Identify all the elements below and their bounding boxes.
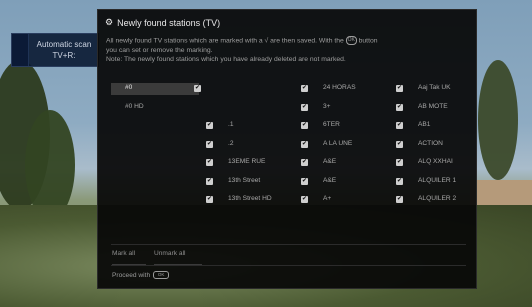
checkmark-icon[interactable]: ✔ (396, 159, 403, 166)
checkmark-icon[interactable]: ✔ (206, 177, 213, 185)
checkmark-icon[interactable]: ✔ (396, 140, 403, 148)
station-name: ACTION (418, 139, 443, 147)
gears-icon: ⚙ (105, 17, 114, 27)
station-name: A+ (323, 195, 332, 202)
checkmark-icon[interactable]: ✔ (396, 196, 403, 203)
station-name: AB1 (418, 121, 431, 128)
checkmark-icon[interactable]: ✔ (301, 140, 308, 148)
station-item[interactable]: #0 ✔ (111, 83, 201, 95)
ok-key-icon: OK (153, 271, 170, 279)
station-name: Aaj Tak UK (418, 84, 451, 91)
dialog-info-text: All newly found TV stations which are ma… (106, 36, 378, 64)
checkmark-icon[interactable]: ✔ (396, 122, 403, 129)
unmark-all-button[interactable]: Unmark all (154, 250, 202, 265)
station-item[interactable]: .2 ✔ (206, 139, 294, 151)
station-name: 13EME RUE (228, 158, 266, 165)
station-item[interactable]: 6TER ✔ (301, 120, 389, 132)
checkmark-icon[interactable]: ✔ (206, 140, 213, 148)
menu-indicator (12, 34, 29, 66)
station-name: #0 HD (125, 102, 144, 110)
divider (111, 265, 466, 266)
checkmark-icon[interactable]: ✔ (396, 103, 403, 111)
checkmark-icon[interactable]: ✔ (301, 196, 308, 203)
checkmark-icon[interactable]: ✔ (301, 122, 308, 129)
station-item[interactable] (206, 83, 294, 95)
proceed-hint: Proceed with OK (112, 271, 170, 279)
station-name: A LA UNE (323, 139, 353, 147)
station-item[interactable]: 13th Street ✔ (206, 176, 294, 188)
station-item[interactable]: ALQUILER 1 ✔ (396, 176, 471, 188)
station-name: 24 HORAS (323, 84, 356, 91)
station-item[interactable]: #0 HD (111, 102, 199, 114)
station-item[interactable]: .1 ✔ (206, 120, 294, 132)
dialog-title-text: Newly found stations (TV) (117, 17, 221, 28)
station-item[interactable]: A+ ✔ (301, 194, 389, 206)
dialog-title: ⚙ Newly found stations (TV) (105, 17, 220, 28)
station-name: #0 (125, 84, 133, 91)
ok-button-icon: OK (345, 36, 357, 45)
station-item[interactable]: ACTION ✔ (396, 139, 471, 151)
checkmark-icon[interactable]: ✔ (206, 159, 213, 166)
station-name: 13th Street (228, 176, 261, 184)
station-name: .1 (228, 121, 234, 128)
checkmark-icon[interactable]: ✔ (301, 85, 308, 92)
station-item[interactable]: AB MOTE ✔ (396, 102, 471, 114)
checkmark-icon[interactable]: ✔ (301, 103, 308, 111)
automatic-scan-label: Automatic scan TV+R: (36, 40, 92, 60)
automatic-scan-menu-item[interactable]: Automatic scan TV+R: (11, 33, 99, 67)
station-name: ALQUILER 2 (418, 195, 457, 202)
checkmark-icon[interactable]: ✔ (301, 177, 308, 185)
station-item[interactable] (206, 102, 294, 114)
station-name: 3+ (323, 102, 331, 110)
checkmark-icon[interactable]: ✔ (396, 177, 403, 185)
checkmark-icon[interactable]: ✔ (396, 85, 403, 92)
station-item[interactable]: A LA UNE ✔ (301, 139, 389, 151)
station-item[interactable]: 24 HORAS ✔ (301, 83, 389, 95)
station-item[interactable]: AB1 ✔ (396, 120, 471, 132)
station-item[interactable]: 3+ ✔ (301, 102, 389, 114)
station-name: ALQUILER 1 (418, 176, 457, 184)
station-item[interactable]: A&E ✔ (301, 157, 389, 169)
station-item[interactable]: 13EME RUE ✔ (206, 157, 294, 169)
station-name: A&E (323, 158, 337, 165)
station-name: A&E (323, 176, 337, 184)
checkmark-icon[interactable]: ✔ (206, 196, 213, 203)
checkmark-icon[interactable]: ✔ (206, 122, 213, 129)
newly-found-stations-dialog: ⚙ Newly found stations (TV) All newly fo… (97, 9, 477, 289)
station-item[interactable]: A&E ✔ (301, 176, 389, 188)
station-item[interactable]: ALQUILER 2 ✔ (396, 194, 471, 206)
station-item[interactable]: 13th Street HD ✔ (206, 194, 294, 206)
station-item[interactable]: Aaj Tak UK ✔ (396, 83, 471, 95)
station-item[interactable]: ALQ XXHAI ✔ (396, 157, 471, 169)
station-name: 13th Street HD (228, 195, 272, 202)
divider (111, 244, 466, 245)
mark-all-button[interactable]: Mark all (112, 250, 146, 265)
station-name: .2 (228, 139, 234, 147)
station-name: AB MOTE (418, 102, 448, 110)
checkmark-icon[interactable]: ✔ (301, 159, 308, 166)
station-name: 6TER (323, 121, 340, 128)
station-name: ALQ XXHAI (418, 158, 453, 165)
checkmark-icon[interactable]: ✔ (194, 85, 201, 92)
